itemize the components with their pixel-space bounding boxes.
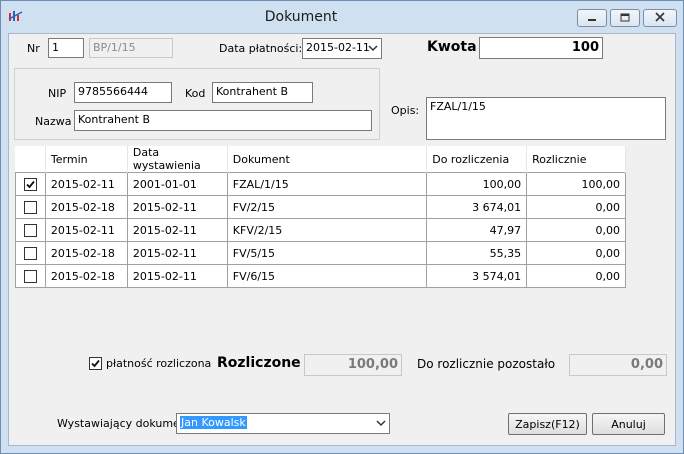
row-checkbox[interactable] <box>23 223 37 237</box>
cell-rozlicznie[interactable]: 0,00 <box>526 195 626 219</box>
maximize-button[interactable] <box>610 9 640 27</box>
close-button[interactable] <box>643 9 677 27</box>
row-select-cell[interactable] <box>15 241 46 265</box>
data-platnosci-label: Data płatności: <box>219 42 303 55</box>
wystawiajacy-value: Jan Kowalsk <box>180 416 247 429</box>
column-header-rozlicznie[interactable]: Rozlicznie <box>526 146 626 173</box>
wystawiajacy-label: Wystawiający dokument <box>57 417 192 430</box>
nip-label: NIP <box>48 87 67 100</box>
documents-table: Termin Data wystawienia Dokument Do rozl… <box>15 146 626 288</box>
cell-termin[interactable]: 2015-02-11 <box>44 218 128 242</box>
nip-field[interactable]: 9785566444 <box>74 82 172 103</box>
kod-field[interactable]: Kontrahent B <box>212 82 313 103</box>
row-select-cell[interactable] <box>15 195 46 219</box>
cell-do-rozliczenia[interactable]: 55,35 <box>426 241 528 265</box>
close-icon <box>655 11 665 25</box>
cell-data-wystawienia[interactable]: 2015-02-11 <box>126 218 228 242</box>
cell-dokument[interactable]: FZAL/1/15 <box>226 172 428 196</box>
cell-termin[interactable]: 2015-02-18 <box>44 264 128 288</box>
row-checkbox[interactable] <box>23 200 37 214</box>
cell-data-wystawienia[interactable]: 2015-02-11 <box>126 241 228 265</box>
cell-termin[interactable]: 2015-02-18 <box>44 241 128 265</box>
doc-number-field: BP/1/15 <box>89 38 173 58</box>
opis-label: Opis: <box>391 104 420 117</box>
dialog-body: Nr 1 BP/1/15 Data płatności: 2015-02-11 … <box>8 33 676 446</box>
checkmark-icon <box>26 180 35 189</box>
column-header-dokument[interactable]: Dokument <box>227 146 428 173</box>
kwota-field[interactable]: 100 <box>479 37 603 59</box>
cell-rozlicznie[interactable]: 0,00 <box>526 241 626 265</box>
cell-rozlicznie[interactable]: 0,00 <box>526 264 626 288</box>
pozostalo-field: 0,00 <box>569 354 667 376</box>
column-header-data-wystawienia[interactable]: Data wystawienia <box>127 146 228 173</box>
cell-do-rozliczenia[interactable]: 47,97 <box>426 218 528 242</box>
wystawiajacy-select[interactable]: Jan Kowalsk <box>176 413 390 434</box>
column-header-termin[interactable]: Termin <box>45 146 128 173</box>
table-row[interactable]: 2015-02-18 2015-02-11 FV/6/15 3 574,01 0… <box>15 264 626 288</box>
chevron-down-icon[interactable] <box>368 43 378 53</box>
window-title: Dokument <box>264 9 338 25</box>
maximize-icon <box>620 12 630 25</box>
row-select-cell[interactable] <box>15 218 46 242</box>
data-platnosci-value: 2015-02-11 <box>306 41 370 54</box>
cell-data-wystawienia[interactable]: 2015-02-11 <box>126 264 228 288</box>
nr-field[interactable]: 1 <box>48 38 84 58</box>
rozliczone-label: Rozliczone <box>217 355 301 371</box>
cell-data-wystawienia[interactable]: 2001-01-01 <box>126 172 228 196</box>
nr-label: Nr <box>27 42 40 55</box>
nazwa-field[interactable]: Kontrahent B <box>74 110 372 131</box>
column-header-do-rozliczenia[interactable]: Do rozliczenia <box>426 146 528 173</box>
row-checkbox[interactable] <box>23 269 37 283</box>
data-platnosci-picker[interactable]: 2015-02-11 <box>302 38 382 59</box>
cell-termin[interactable]: 2015-02-18 <box>44 195 128 219</box>
kwota-label: Kwota <box>427 39 477 55</box>
row-select-cell[interactable] <box>15 172 46 196</box>
cell-do-rozliczenia[interactable]: 3 674,01 <box>426 195 528 219</box>
cell-termin[interactable]: 2015-02-11 <box>44 172 128 196</box>
dialog-window: Dokument Nr 1 BP/1/15 Data płatności: 20… <box>0 0 684 454</box>
cell-data-wystawienia[interactable]: 2015-02-11 <box>126 195 228 219</box>
table-row[interactable]: 2015-02-11 2015-02-11 KFV/2/15 47,97 0,0… <box>15 218 626 242</box>
nazwa-label: Nazwa <box>35 115 72 128</box>
minimize-icon <box>587 12 597 25</box>
cell-rozlicznie[interactable]: 0,00 <box>526 218 626 242</box>
pozostalo-label: Do rozlicznie pozostało <box>417 357 556 371</box>
minimize-button[interactable] <box>577 9 607 27</box>
row-checkbox[interactable] <box>23 246 37 260</box>
cell-dokument[interactable]: KFV/2/15 <box>226 218 428 242</box>
kod-label: Kod <box>185 87 206 100</box>
row-checkbox[interactable] <box>23 177 37 191</box>
opis-field[interactable]: FZAL/1/15 <box>426 97 666 140</box>
cell-rozlicznie[interactable]: 100,00 <box>526 172 626 196</box>
cancel-button[interactable]: Anuluj <box>592 413 665 435</box>
cell-dokument[interactable]: FV/6/15 <box>226 264 428 288</box>
checkmark-icon <box>91 359 100 368</box>
cell-dokument[interactable]: FV/5/15 <box>226 241 428 265</box>
table-header-row: Termin Data wystawienia Dokument Do rozl… <box>15 146 626 173</box>
platnosc-rozliczona-label[interactable]: płatność rozliczona <box>106 357 211 370</box>
row-select-cell[interactable] <box>15 264 46 288</box>
table-row[interactable]: 2015-02-18 2015-02-11 FV/2/15 3 674,01 0… <box>15 195 626 219</box>
cell-do-rozliczenia[interactable]: 100,00 <box>426 172 528 196</box>
title-bar[interactable]: Dokument <box>1 1 683 33</box>
save-button[interactable]: Zapisz(F12) <box>508 413 587 435</box>
cell-do-rozliczenia[interactable]: 3 574,01 <box>426 264 528 288</box>
platnosc-rozliczona-checkbox[interactable] <box>89 357 102 370</box>
column-header-check[interactable] <box>15 146 46 173</box>
chevron-down-icon[interactable] <box>376 418 386 428</box>
table-row[interactable]: 2015-02-11 2001-01-01 FZAL/1/15 100,00 1… <box>15 172 626 196</box>
rozliczone-field: 100,00 <box>304 354 402 376</box>
cell-dokument[interactable]: FV/2/15 <box>226 195 428 219</box>
table-row[interactable]: 2015-02-18 2015-02-11 FV/5/15 55,35 0,00 <box>15 241 626 265</box>
